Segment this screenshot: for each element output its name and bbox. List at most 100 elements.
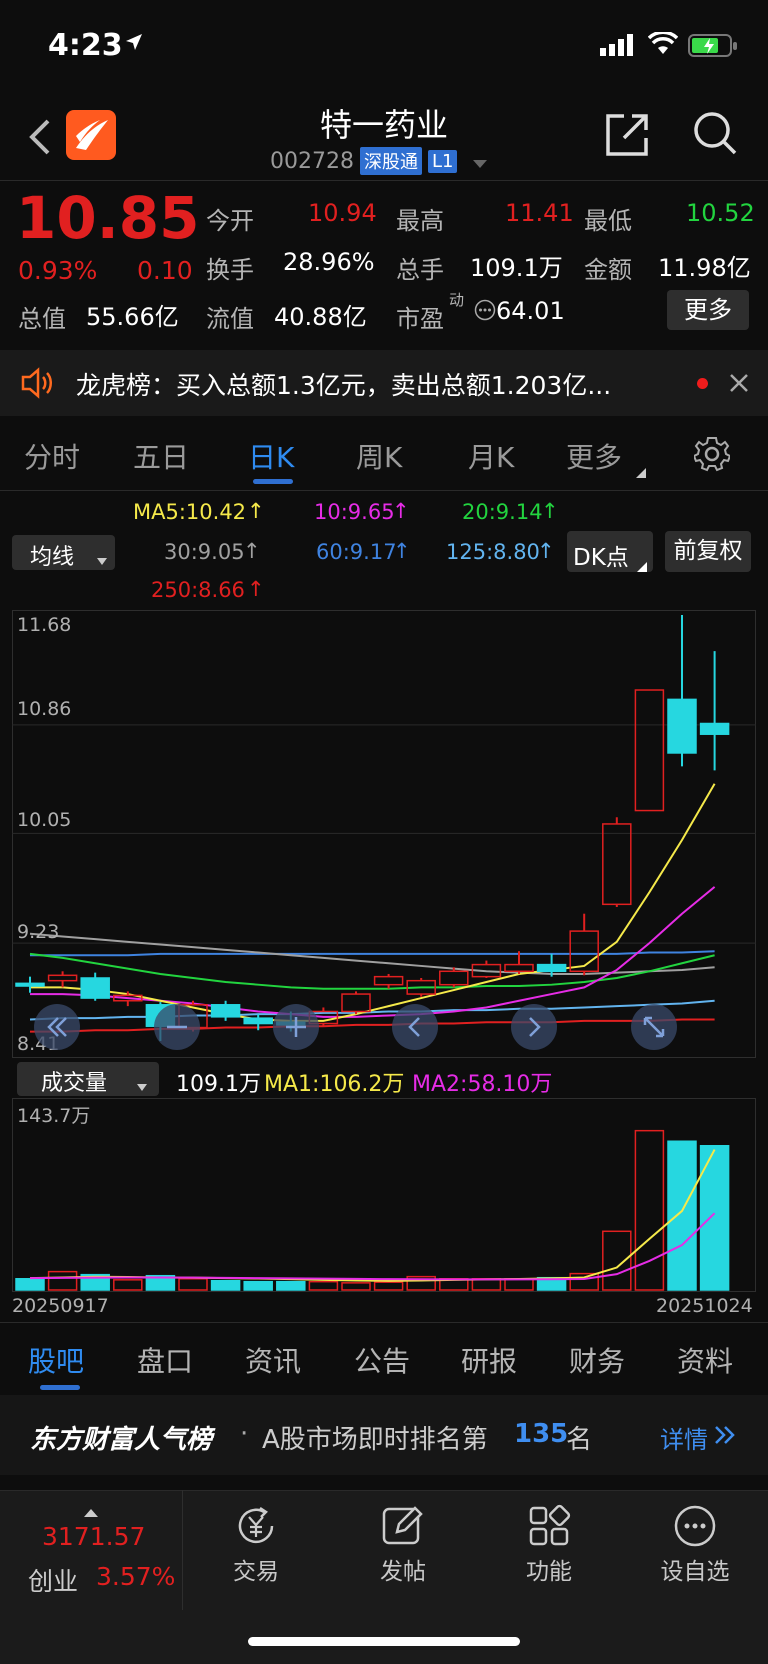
volume-label: 总手 bbox=[396, 256, 444, 284]
high-value: 11.41 bbox=[505, 199, 574, 227]
candle-body bbox=[15, 982, 45, 987]
nav-trade[interactable]: 交易 bbox=[206, 1552, 306, 1586]
notice-text: 龙虎榜：买入总额1.3亿元，卖出总额1.203亿... bbox=[76, 371, 612, 400]
step-backward-icon[interactable] bbox=[392, 1004, 438, 1054]
gear-icon[interactable] bbox=[692, 436, 732, 476]
volume-axis-max: 143.7万 bbox=[17, 1105, 91, 1127]
candle-body bbox=[210, 1004, 241, 1018]
speaker-icon bbox=[20, 367, 56, 403]
volume-bar bbox=[634, 1129, 665, 1291]
ma20-line bbox=[29, 952, 715, 990]
tab-monthly-k[interactable]: 月K bbox=[468, 436, 514, 476]
mktcap-label: 总值 bbox=[18, 305, 66, 333]
ma60-label: 60:9.17 bbox=[316, 540, 397, 564]
popularity-rank: 135 bbox=[514, 1419, 569, 1449]
battery-icon bbox=[688, 34, 738, 62]
volume-bar bbox=[667, 1140, 697, 1291]
up-arrow-icon: ↑ bbox=[393, 539, 411, 563]
tab-forum[interactable]: 股吧 bbox=[28, 1340, 84, 1380]
zoom-in-icon[interactable] bbox=[273, 1004, 319, 1054]
ma10-line bbox=[30, 886, 716, 1018]
adjust-button[interactable]: 前复权 bbox=[665, 531, 751, 572]
volume-bar bbox=[15, 1278, 45, 1291]
tab-news[interactable]: 资讯 bbox=[245, 1340, 301, 1380]
tab-announcements[interactable]: 公告 bbox=[354, 1340, 410, 1380]
chart-border bbox=[12, 610, 756, 1058]
index-name: 创业 bbox=[28, 1567, 79, 1596]
step-forward-icon[interactable] bbox=[511, 1004, 557, 1054]
nav-post[interactable]: 发帖 bbox=[353, 1552, 453, 1586]
compose-icon[interactable] bbox=[381, 1504, 425, 1552]
candle-body bbox=[373, 975, 404, 986]
volume-bar bbox=[113, 1279, 143, 1291]
tab-orderbook[interactable]: 盘口 bbox=[137, 1340, 193, 1380]
popularity-row[interactable]: 东方财富人气榜 · A股市场即时排名第 135 名 详情 bbox=[0, 1395, 768, 1475]
candle-body bbox=[699, 722, 730, 735]
mktcap-value: 55.66亿 bbox=[86, 303, 179, 331]
candle bbox=[47, 971, 78, 988]
chevron-down-icon bbox=[97, 550, 107, 569]
market-tag: 深股通 bbox=[359, 147, 422, 175]
volume-value: 109.1万 bbox=[470, 254, 563, 282]
active-tab-indicator bbox=[40, 1385, 80, 1390]
tab-more[interactable]: 更多 bbox=[566, 436, 622, 476]
change-amount: 0.10 bbox=[137, 256, 193, 285]
zoom-out-icon[interactable] bbox=[154, 1004, 200, 1054]
volume-selector[interactable]: 成交量 bbox=[17, 1062, 159, 1096]
popularity-prefix: A股市场即时排名第 bbox=[262, 1425, 488, 1455]
tab-finance[interactable]: 财务 bbox=[569, 1340, 625, 1380]
open-value: 10.94 bbox=[308, 199, 377, 227]
candle-body bbox=[536, 963, 567, 973]
candle bbox=[634, 689, 665, 812]
float-label: 流值 bbox=[206, 305, 254, 333]
volume-value: 109.1万 bbox=[176, 1072, 261, 1097]
fullscreen-icon[interactable] bbox=[631, 1004, 677, 1054]
dk-point-label: DK点 bbox=[573, 545, 629, 571]
location-icon bbox=[124, 32, 144, 56]
tab-profile[interactable]: 资料 bbox=[677, 1340, 733, 1380]
status-time: 4:23 bbox=[48, 28, 123, 63]
close-icon[interactable] bbox=[730, 374, 748, 396]
more-circle-icon[interactable] bbox=[673, 1504, 717, 1552]
date-end: 20251024 bbox=[656, 1295, 753, 1317]
nav-watchlist[interactable]: 设自选 bbox=[645, 1552, 745, 1586]
fast-backward-icon[interactable] bbox=[34, 1004, 80, 1054]
volume-bar bbox=[602, 1230, 632, 1291]
tabs-divider bbox=[0, 490, 768, 491]
volume-chart[interactable] bbox=[12, 1098, 756, 1292]
candle bbox=[210, 1000, 241, 1021]
more-quote-button[interactable]: 更多 bbox=[667, 290, 749, 330]
popularity-suffix: 名 bbox=[566, 1425, 593, 1455]
high-label: 最高 bbox=[396, 207, 444, 235]
divider bbox=[0, 1322, 768, 1323]
index-ticker[interactable]: 3171.57 创业 3.57% bbox=[0, 1490, 183, 1610]
tab-daily-k[interactable]: 日K bbox=[248, 436, 294, 476]
tab-five-day[interactable]: 五日 bbox=[133, 436, 189, 476]
candle bbox=[602, 817, 632, 907]
low-value: 10.52 bbox=[686, 199, 755, 227]
trade-icon[interactable] bbox=[234, 1504, 278, 1552]
tab-intraday[interactable]: 分时 bbox=[24, 436, 80, 476]
volume-ma1: MA1:106.2万 bbox=[264, 1072, 405, 1097]
kline-chart[interactable] bbox=[12, 610, 756, 1058]
popularity-detail-link[interactable]: 详情 bbox=[660, 1420, 708, 1455]
candle-body bbox=[341, 993, 371, 1013]
ma250-line bbox=[30, 1018, 715, 1033]
triangle-up-icon bbox=[84, 1502, 98, 1521]
nav-functions[interactable]: 功能 bbox=[499, 1552, 599, 1586]
volume-bar bbox=[210, 1279, 241, 1291]
search-icon[interactable] bbox=[692, 110, 738, 160]
candle bbox=[80, 972, 110, 1001]
notice-bar[interactable]: 龙虎榜：买入总额1.3亿元，卖出总额1.203亿... bbox=[0, 350, 768, 416]
tab-weekly-k[interactable]: 周K bbox=[356, 436, 402, 476]
dk-point-button[interactable]: DK点 bbox=[567, 531, 653, 572]
stock-code-row[interactable]: 002728 深股通 L1 bbox=[270, 147, 488, 175]
share-icon[interactable] bbox=[604, 112, 650, 162]
info-dots-icon[interactable] bbox=[474, 299, 496, 325]
ma5-line bbox=[30, 783, 716, 1022]
change-percent: 0.93% bbox=[18, 256, 98, 285]
ma-selector[interactable]: 均线 bbox=[12, 535, 115, 570]
double-chevron-right-icon bbox=[714, 1425, 736, 1449]
apps-icon[interactable] bbox=[527, 1504, 571, 1552]
tab-research[interactable]: 研报 bbox=[461, 1340, 517, 1380]
